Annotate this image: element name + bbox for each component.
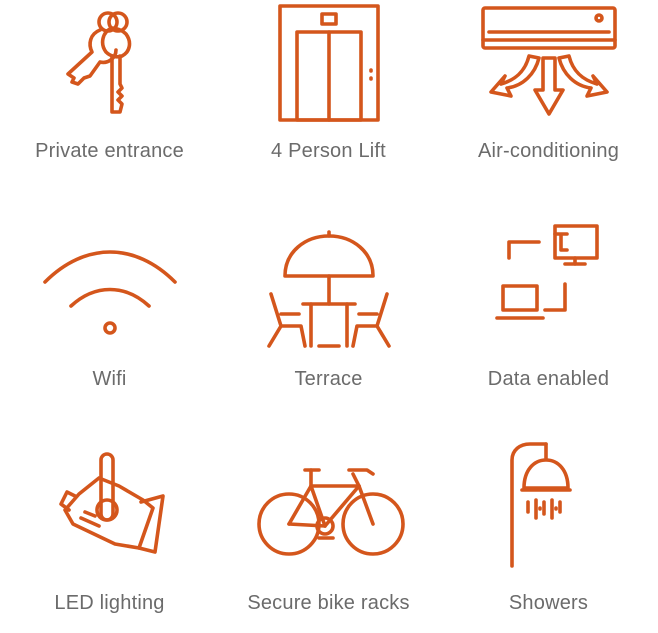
spotlight-icon — [0, 426, 219, 556]
shower-icon — [439, 426, 658, 568]
amenity-air-conditioning: Air-conditioning — [439, 0, 658, 207]
amenity-label: Terrace — [294, 368, 363, 390]
amenity-label: Air-conditioning — [477, 140, 620, 162]
bicycle-icon — [219, 426, 438, 556]
amenity-wifi: Wifi — [0, 214, 219, 421]
amenity-terrace: Terrace — [219, 214, 438, 421]
amenity-led-lighting: LED lighting — [0, 426, 219, 633]
amenity-secure-bike-racks: Secure bike racks — [219, 426, 438, 633]
keys-icon — [0, 0, 219, 130]
lift-icon — [219, 0, 438, 130]
terrace-icon — [219, 214, 438, 348]
data-network-icon — [439, 218, 658, 348]
amenity-label: LED lighting — [54, 592, 165, 614]
amenity-label: Secure bike racks — [247, 592, 410, 614]
amenity-showers: Showers — [439, 426, 658, 633]
air-conditioner-icon — [439, 0, 658, 130]
amenities-grid: Private entrance 4 Person Lift Air-condi… — [0, 0, 658, 621]
amenity-label: 4 Person Lift — [271, 140, 386, 162]
amenity-label: Data enabled — [487, 368, 610, 390]
amenity-label: Showers — [508, 592, 589, 614]
amenity-lift: 4 Person Lift — [219, 0, 438, 207]
wifi-icon — [0, 222, 219, 352]
amenity-label: Wifi — [92, 368, 127, 390]
amenity-private-entrance: Private entrance — [0, 0, 219, 207]
amenity-label: Private entrance — [35, 140, 184, 162]
amenity-data-enabled: Data enabled — [439, 214, 658, 421]
